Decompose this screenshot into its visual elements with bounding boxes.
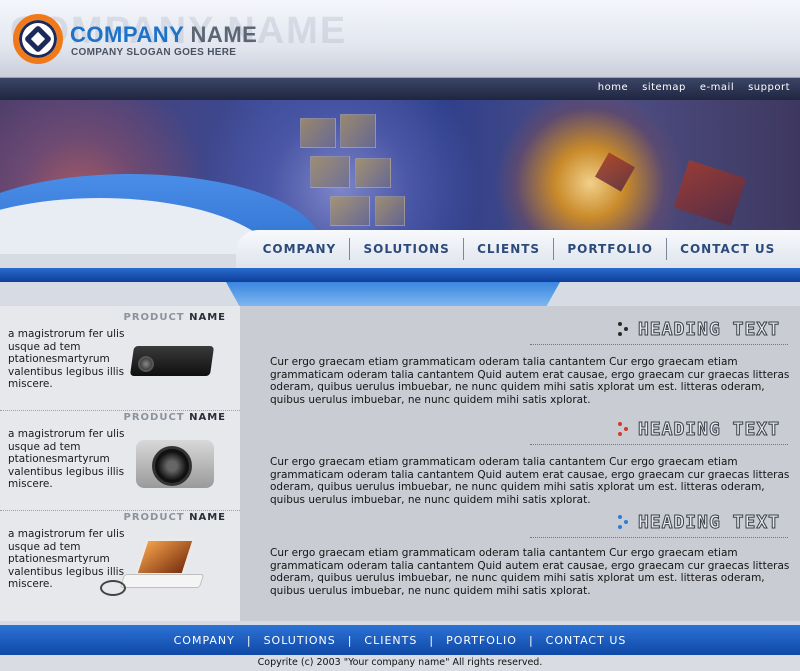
footer-link-clients[interactable]: CLIENTS xyxy=(364,634,417,647)
company-name-word2: NAME xyxy=(190,22,258,47)
main-nav: COMPANY SOLUTIONS CLIENTS PORTFOLIO CONT… xyxy=(236,230,800,268)
projector-image[interactable] xyxy=(129,336,222,386)
hero-banner: home sitemap e-mail support xyxy=(0,78,800,254)
bullet-dots-icon xyxy=(617,515,632,529)
laptop-image[interactable] xyxy=(100,538,210,604)
product-sidebar: PRODUCT NAME a magistrorum fer ulis usqu… xyxy=(0,306,240,621)
section-heading: HEADING TEXT xyxy=(617,318,780,340)
top-link-sitemap[interactable]: sitemap xyxy=(642,82,686,93)
top-link-email[interactable]: e-mail xyxy=(700,82,734,93)
product-card[interactable]: PRODUCT NAME a magistrorum fer ulis usqu… xyxy=(0,306,240,411)
product-title: PRODUCT NAME xyxy=(123,312,226,323)
footer-link-portfolio[interactable]: PORTFOLIO xyxy=(446,634,517,647)
product-card[interactable]: PRODUCT NAME a magistrorum fer ulis usqu… xyxy=(0,406,240,511)
heading-divider xyxy=(530,537,788,538)
nav-clients[interactable]: CLIENTS xyxy=(477,242,540,256)
nav-contact-us[interactable]: CONTACT US xyxy=(680,242,775,256)
footer-link-company[interactable]: COMPANY xyxy=(174,634,235,647)
heading-divider xyxy=(530,444,788,445)
footer-separator: | xyxy=(347,633,353,647)
top-link-home[interactable]: home xyxy=(598,82,628,93)
section-paragraph: Cur ergo graecam etiam grammaticam odera… xyxy=(270,547,790,597)
bullet-dots-icon xyxy=(617,422,632,436)
product-title: PRODUCT NAME xyxy=(123,512,226,523)
company-name-word1: COMPANY xyxy=(70,22,184,47)
nav-portfolio[interactable]: PORTFOLIO xyxy=(567,242,653,256)
company-name: COMPANY NAME xyxy=(70,22,257,48)
section-paragraph: Cur ergo graecam etiam grammaticam odera… xyxy=(270,356,790,406)
nav-solutions[interactable]: SOLUTIONS xyxy=(363,242,449,256)
bullet-dots-icon xyxy=(617,322,632,336)
section-heading: HEADING TEXT xyxy=(617,418,780,440)
company-slogan: COMPANY SLOGAN GOES HERE xyxy=(71,47,237,58)
header: COMPANY NAME COMPANY NAME COMPANY SLOGAN… xyxy=(0,0,800,78)
main-content: HEADING TEXT Cur ergo graecam etiam gram… xyxy=(240,306,800,621)
nav-divider xyxy=(666,238,668,260)
section-heading: HEADING TEXT xyxy=(617,511,780,533)
footer-link-contact-us[interactable]: CONTACT US xyxy=(546,634,627,647)
company-logo-icon[interactable] xyxy=(13,14,63,64)
footer-nav: COMPANY | SOLUTIONS | CLIENTS | PORTFOLI… xyxy=(0,625,800,655)
top-links: home sitemap e-mail support xyxy=(598,82,790,93)
top-bar: home sitemap e-mail support xyxy=(0,78,800,100)
nav-company[interactable]: COMPANY xyxy=(263,242,337,256)
nav-divider xyxy=(553,238,555,260)
footer-separator: | xyxy=(429,633,435,647)
heading-divider xyxy=(530,344,788,345)
nav-divider xyxy=(349,238,351,260)
section-paragraph: Cur ergo graecam etiam grammaticam odera… xyxy=(270,456,790,506)
copyright-text: Copyrite (c) 2003 "Your company name" Al… xyxy=(0,655,800,671)
camera-image[interactable] xyxy=(136,432,218,496)
footer-link-solutions[interactable]: SOLUTIONS xyxy=(264,634,336,647)
nav-divider xyxy=(462,238,464,260)
product-description: a magistrorum fer ulis usque ad tem ptat… xyxy=(8,328,125,390)
nav-underline-bar xyxy=(0,268,800,282)
product-title: PRODUCT NAME xyxy=(123,412,226,423)
footer-separator: | xyxy=(246,633,252,647)
product-description: a magistrorum fer ulis usque ad tem ptat… xyxy=(8,428,125,490)
product-card[interactable]: PRODUCT NAME a magistrorum fer ulis usqu… xyxy=(0,506,240,611)
nav-tab-decoration xyxy=(226,282,560,306)
top-link-support[interactable]: support xyxy=(748,82,790,93)
footer-separator: | xyxy=(528,633,534,647)
